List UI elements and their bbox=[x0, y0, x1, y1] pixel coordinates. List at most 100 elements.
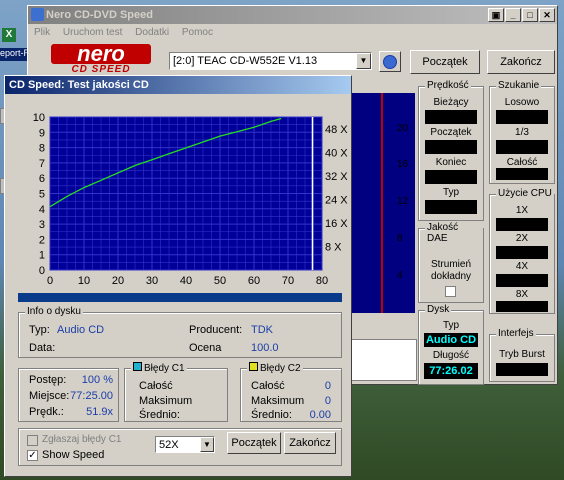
speed-type-value bbox=[425, 200, 477, 214]
c2-avg-value: 0.00 bbox=[309, 409, 331, 421]
c2-avg-label: Średnio: bbox=[251, 409, 292, 421]
c2-errors-title: Błędy C2 bbox=[247, 362, 303, 374]
dae-accurate-label: dokładny bbox=[430, 271, 472, 282]
disc-info-group: Info o dysku Typ: Audio CD Data: Produce… bbox=[18, 306, 342, 358]
x-tick-label: 40 bbox=[180, 275, 192, 287]
progress-bar bbox=[18, 293, 342, 302]
c2-max-value: 0 bbox=[324, 395, 331, 407]
background-list bbox=[351, 339, 417, 381]
quality-chart: 0 10 20 30 40 50 60 70 8010987654321048 X40 X32 … bbox=[33, 112, 349, 287]
cpu-8x-label: 8X bbox=[515, 289, 529, 300]
y-left-tick-label: 1 bbox=[39, 250, 45, 262]
main-end-button[interactable]: Zakończ bbox=[487, 50, 555, 74]
disc-info-rating-value: 100.0 bbox=[251, 342, 279, 354]
dae-panel: Jakość DAE Strumień dokładny bbox=[418, 222, 484, 303]
cpu-1x-label: 1X bbox=[515, 205, 529, 216]
y-left-tick-label: 7 bbox=[39, 158, 45, 170]
search-full-value bbox=[496, 168, 548, 180]
menubar: Plik Uruchom test Dodatki Pomoc bbox=[28, 24, 557, 42]
position-value: 77:25.00 bbox=[70, 390, 113, 402]
search-panel: Szukanie Losowo 1/3 Całość bbox=[489, 80, 555, 184]
maximize-button[interactable]: □ bbox=[522, 8, 538, 22]
speed-end-label: Koniec bbox=[435, 157, 467, 168]
cpu-4x-label: 4X bbox=[515, 261, 529, 272]
desktop-icon-label[interactable]: eport-R bbox=[0, 48, 27, 61]
disc-type-value: Audio CD bbox=[424, 333, 478, 347]
c1-errors-title: Błędy C1 bbox=[131, 362, 187, 374]
disc-info-type-value: Audio CD bbox=[57, 324, 105, 336]
progress-label: Postęp: bbox=[29, 374, 67, 386]
menu-help[interactable]: Pomoc bbox=[182, 27, 213, 38]
disc-info-rating-label: Ocena bbox=[189, 342, 222, 354]
c1-color-icon bbox=[133, 362, 142, 371]
speed-start-label: Początek bbox=[430, 127, 472, 138]
chevron-down-icon[interactable]: ▼ bbox=[356, 53, 371, 69]
app-icon bbox=[31, 8, 44, 21]
interface-panel-title: Interfejs bbox=[496, 328, 536, 339]
background-chart-ticks: 20 16 12 8 4 bbox=[397, 123, 409, 281]
y-right-tick-label: 24 X bbox=[325, 194, 348, 206]
dae-panel-title: Jakość DAE bbox=[425, 222, 483, 244]
c1-avg-label: Średnio: bbox=[139, 409, 180, 421]
disc-info-producer-value: TDK bbox=[251, 324, 273, 336]
show-speed-checkbox[interactable]: ✓ bbox=[27, 450, 38, 461]
disc-panel: Dysk Typ Audio CD Długość 77:26.02 bbox=[418, 304, 484, 385]
speed-end-value bbox=[425, 170, 477, 184]
main-window-title: Nero CD-DVD Speed bbox=[46, 9, 153, 21]
cpu-2x-value bbox=[496, 246, 548, 259]
progress-value: 100 % bbox=[81, 374, 113, 386]
cpu-1x-value bbox=[496, 218, 548, 231]
menu-file[interactable]: Plik bbox=[34, 27, 50, 38]
help-icon[interactable]: ▣ bbox=[488, 8, 504, 22]
c1-total-label: Całość bbox=[139, 380, 173, 392]
menu-run-test[interactable]: Uruchom test bbox=[63, 27, 122, 38]
c2-total-label: Całość bbox=[251, 380, 285, 392]
y-right-tick-label: 16 X bbox=[325, 218, 348, 230]
progress-group: Postęp: 100 % Miejsce: 77:25.00 Prędk.: … bbox=[18, 368, 119, 422]
background-chart-marker bbox=[381, 93, 383, 313]
report-c1-checkbox[interactable] bbox=[27, 435, 38, 446]
minimize-button[interactable]: _ bbox=[505, 8, 521, 22]
disc-info-type-label: Typ: bbox=[29, 324, 50, 336]
burst-mode-label: Tryb Burst bbox=[499, 349, 545, 360]
dae-accurate-checkbox[interactable] bbox=[445, 286, 456, 297]
cpu-8x-value bbox=[496, 301, 548, 312]
disc-type-label: Typ bbox=[442, 320, 460, 331]
interface-panel: Interfejs Tryb Burst bbox=[489, 328, 555, 382]
drive-select[interactable]: [2:0] TEAC CD-W552E V1.13 ▼ bbox=[169, 52, 372, 70]
main-titlebar[interactable]: Nero CD-DVD Speed ▣ _ □ ✕ bbox=[28, 6, 557, 24]
c2-errors-group: Błędy C2 Całość 0 Maksimum 0 Średnio: 0.… bbox=[240, 362, 342, 422]
x-tick-label: 20 bbox=[112, 275, 124, 287]
disc-info-producer-label: Producent: bbox=[189, 324, 243, 336]
y-left-tick-label: 5 bbox=[39, 189, 45, 201]
read-speed-label: Prędk.: bbox=[29, 406, 64, 418]
main-start-button[interactable]: Początek bbox=[410, 50, 480, 74]
refresh-button[interactable] bbox=[379, 51, 401, 72]
excel-icon[interactable]: X bbox=[2, 28, 30, 46]
child-titlebar[interactable]: CD Speed: Test jakości CD bbox=[5, 76, 351, 94]
speed-current-label: Bieżący bbox=[433, 97, 469, 108]
y-right-tick-label: 32 X bbox=[325, 171, 348, 183]
menu-extras[interactable]: Dodatki bbox=[135, 27, 169, 38]
disc-info-title: Info o dysku bbox=[25, 306, 83, 317]
speed-select[interactable]: 52X ▼ bbox=[155, 436, 215, 453]
position-label: Miejsce: bbox=[29, 390, 70, 402]
speed-panel-title: Prędkość bbox=[425, 80, 471, 91]
speed-type-label: Typ bbox=[442, 187, 460, 198]
test-start-button[interactable]: Początek bbox=[227, 432, 281, 454]
y-left-tick-label: 4 bbox=[39, 204, 45, 216]
chevron-down-icon[interactable]: ▼ bbox=[200, 437, 214, 452]
report-c1-label: Zgłaszaj błędy C1 bbox=[42, 434, 122, 445]
y-left-tick-label: 2 bbox=[39, 234, 45, 246]
test-end-button[interactable]: Zakończ bbox=[284, 432, 336, 454]
x-tick-label: 50 bbox=[214, 275, 226, 287]
c2-max-label: Maksimum bbox=[251, 395, 305, 407]
c1-errors-group: Błędy C1 Całość Maksimum Średnio: bbox=[124, 362, 228, 422]
close-button[interactable]: ✕ bbox=[539, 8, 555, 22]
child-window-title: CD Speed: Test jakości CD bbox=[9, 79, 149, 91]
options-group: Zgłaszaj błędy C1 ✓ Show Speed 52X ▼ Poc… bbox=[18, 428, 342, 466]
cpu-panel-title: Użycie CPU bbox=[496, 188, 554, 199]
cd-quality-window: CD Speed: Test jakości CD 0 10 20 30 40 50 60 7… bbox=[4, 75, 352, 477]
speed-select-value: 52X bbox=[159, 439, 179, 451]
speed-panel: Prędkość Bieżący Początek Koniec Typ bbox=[418, 80, 484, 221]
